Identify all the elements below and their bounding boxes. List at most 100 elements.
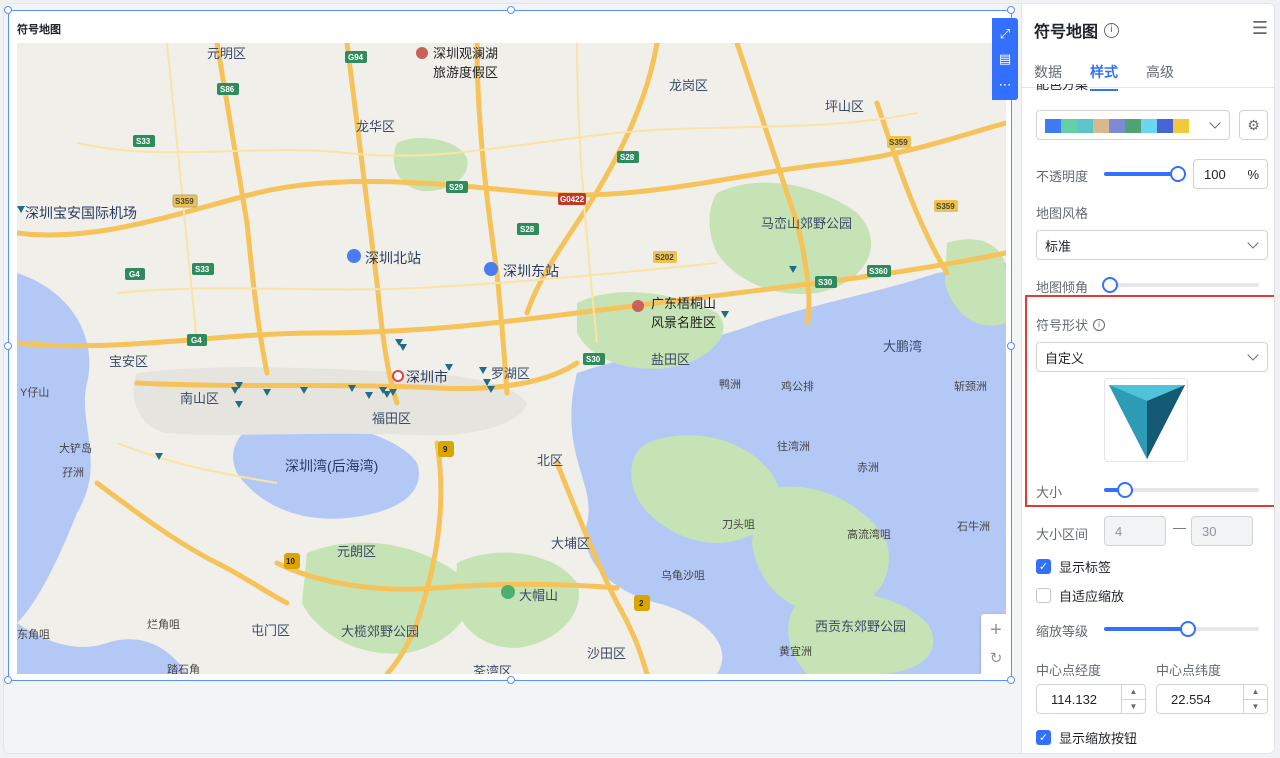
svg-text:S359: S359 xyxy=(175,197,194,206)
color-swatch xyxy=(1093,119,1109,133)
map-label: 龙华区 xyxy=(356,119,396,134)
map-label: 马峦山郊野公园 xyxy=(761,216,853,231)
resize-handle[interactable] xyxy=(507,676,515,684)
symbol-preview[interactable] xyxy=(1104,378,1188,462)
chevron-up-icon[interactable]: ▲ xyxy=(1244,685,1267,700)
custom-symbol-image xyxy=(1109,385,1185,459)
map-canvas[interactable]: G94 S86 S33 S359 G4 S33 G4 S29 S28 S28 S… xyxy=(17,43,1006,674)
map-label: 元朗区 xyxy=(337,544,377,559)
map-label: 鸭洲 xyxy=(719,379,741,391)
svg-text:G4: G4 xyxy=(129,270,140,279)
map-label: 深圳宝安国际机场 xyxy=(25,205,137,221)
svg-text:9: 9 xyxy=(443,445,448,454)
map-label: 大铲岛 xyxy=(59,443,92,455)
fullscreen-icon[interactable]: ⤢ xyxy=(1000,27,1010,40)
map-label: 屯门区 xyxy=(251,623,291,638)
checkbox-icon[interactable] xyxy=(1036,588,1051,603)
svg-text:S33: S33 xyxy=(136,137,151,146)
map-style-select[interactable]: 标准 xyxy=(1036,230,1268,260)
map-label: 大埔区 xyxy=(551,536,591,551)
svg-text:2: 2 xyxy=(639,599,644,608)
color-scheme-label: 配色方案 xyxy=(1036,84,1089,92)
adaptive-zoom-checkbox[interactable]: 自适应缩放 xyxy=(1036,586,1124,605)
show-zoom-button-text: 显示缩放按钮 xyxy=(1059,731,1138,746)
resize-handle[interactable] xyxy=(507,6,515,14)
show-label-checkbox[interactable]: ✓ 显示标签 xyxy=(1036,557,1111,576)
menu-icon[interactable]: ☰ xyxy=(1252,18,1268,39)
svg-text:S30: S30 xyxy=(586,355,601,364)
checkbox-icon[interactable]: ✓ xyxy=(1036,730,1051,745)
map-base: G94 S86 S33 S359 G4 S33 G4 S29 S28 S28 S… xyxy=(17,43,1006,674)
map-label: 大榄郊野公园 xyxy=(341,624,420,639)
chevron-up-icon[interactable]: ▲ xyxy=(1122,685,1145,700)
svg-text:G0422: G0422 xyxy=(560,195,585,204)
resize-handle[interactable] xyxy=(4,676,12,684)
reset-view-icon[interactable]: ↻ xyxy=(990,651,1003,666)
number-stepper: ▲ ▼ xyxy=(1243,685,1267,713)
zoom-level-slider[interactable] xyxy=(1104,621,1259,637)
size-min-input[interactable]: 4 xyxy=(1104,516,1166,546)
opacity-slider[interactable] xyxy=(1104,166,1186,182)
map-widget[interactable]: 符号地图 G94 S86 S33 S359 G4 S33 G4 S29 S28 … xyxy=(4,6,1018,684)
map-label: 深圳观澜湖 旅游度假区 xyxy=(433,46,499,80)
map-label: 大鹏湾 xyxy=(883,339,923,354)
center-lat-input[interactable]: 22.554 ▲ ▼ xyxy=(1156,684,1268,714)
info-icon[interactable]: i xyxy=(1093,318,1106,331)
map-label: 福田区 xyxy=(372,411,412,426)
map-tilt-slider[interactable] xyxy=(1102,277,1259,293)
opacity-label: 不透明度 xyxy=(1036,169,1089,184)
slider-knob[interactable] xyxy=(1102,277,1118,293)
symbol-shape-select[interactable]: 自定义 xyxy=(1036,342,1268,372)
map-label: 龙岗区 xyxy=(669,78,709,93)
svg-text:S359: S359 xyxy=(936,202,955,211)
info-icon[interactable]: i xyxy=(1104,22,1120,38)
chevron-down-icon[interactable]: ▼ xyxy=(1244,700,1267,714)
map-label: 深圳北站 xyxy=(365,250,421,266)
opacity-value: 100 xyxy=(1204,166,1226,182)
center-lng-value: 114.132 xyxy=(1051,691,1098,707)
color-swatch xyxy=(1061,119,1077,133)
size-slider[interactable] xyxy=(1104,482,1259,498)
map-label: 石牛洲 xyxy=(957,521,990,533)
map-label: 广东梧桐山 风景名胜区 xyxy=(651,296,717,330)
map-label: 斩颈洲 xyxy=(954,381,987,393)
map-label: 元明区 xyxy=(207,46,247,61)
map-label: 深圳市 xyxy=(406,369,448,385)
color-scheme-select[interactable] xyxy=(1036,110,1230,140)
center-lng-input[interactable]: 114.132 ▲ ▼ xyxy=(1036,684,1146,714)
more-icon[interactable]: ⋯ xyxy=(999,78,1012,91)
resize-handle[interactable] xyxy=(1007,6,1015,14)
resize-handle[interactable] xyxy=(4,342,12,350)
map-label: 大帽山 xyxy=(519,588,559,603)
map-style-value: 标准 xyxy=(1045,238,1072,254)
checkbox-icon[interactable]: ✓ xyxy=(1036,559,1051,574)
chevron-down-icon xyxy=(1247,349,1259,361)
map-label: 深圳东站 xyxy=(503,263,559,279)
show-label-text: 显示标签 xyxy=(1059,560,1112,575)
chevron-down-icon[interactable]: ▼ xyxy=(1122,700,1145,714)
map-style-label: 地图风格 xyxy=(1036,206,1089,221)
resize-handle[interactable] xyxy=(1007,342,1015,350)
map-label: 北区 xyxy=(537,453,564,468)
resize-handle[interactable] xyxy=(1007,676,1015,684)
map-label: 罗湖区 xyxy=(491,366,531,381)
map-zoom-control: + ↻ − xyxy=(981,614,1006,674)
resize-handle[interactable] xyxy=(4,6,12,14)
range-separator: — xyxy=(1173,520,1186,535)
slider-knob[interactable] xyxy=(1170,166,1186,182)
chevron-down-icon xyxy=(1247,237,1259,249)
notes-icon[interactable]: ▤ xyxy=(999,52,1011,65)
map-label: 乌龟沙咀 xyxy=(661,570,705,582)
color-settings-button[interactable]: ⚙ xyxy=(1239,110,1268,140)
slider-knob[interactable] xyxy=(1180,621,1196,637)
size-max-input[interactable]: 30 xyxy=(1191,516,1253,546)
opacity-input[interactable]: 100 % xyxy=(1193,159,1268,189)
svg-text:S33: S33 xyxy=(195,265,210,274)
slider-knob[interactable] xyxy=(1117,482,1133,498)
map-label: 沙田区 xyxy=(587,646,627,661)
svg-text:S202: S202 xyxy=(655,253,674,262)
map-label: 刀头咀 xyxy=(722,519,755,531)
percent-unit: % xyxy=(1247,167,1259,182)
zoom-in-icon[interactable]: + xyxy=(990,620,1002,640)
show-zoom-button-checkbox[interactable]: ✓ 显示缩放按钮 xyxy=(1036,728,1137,747)
